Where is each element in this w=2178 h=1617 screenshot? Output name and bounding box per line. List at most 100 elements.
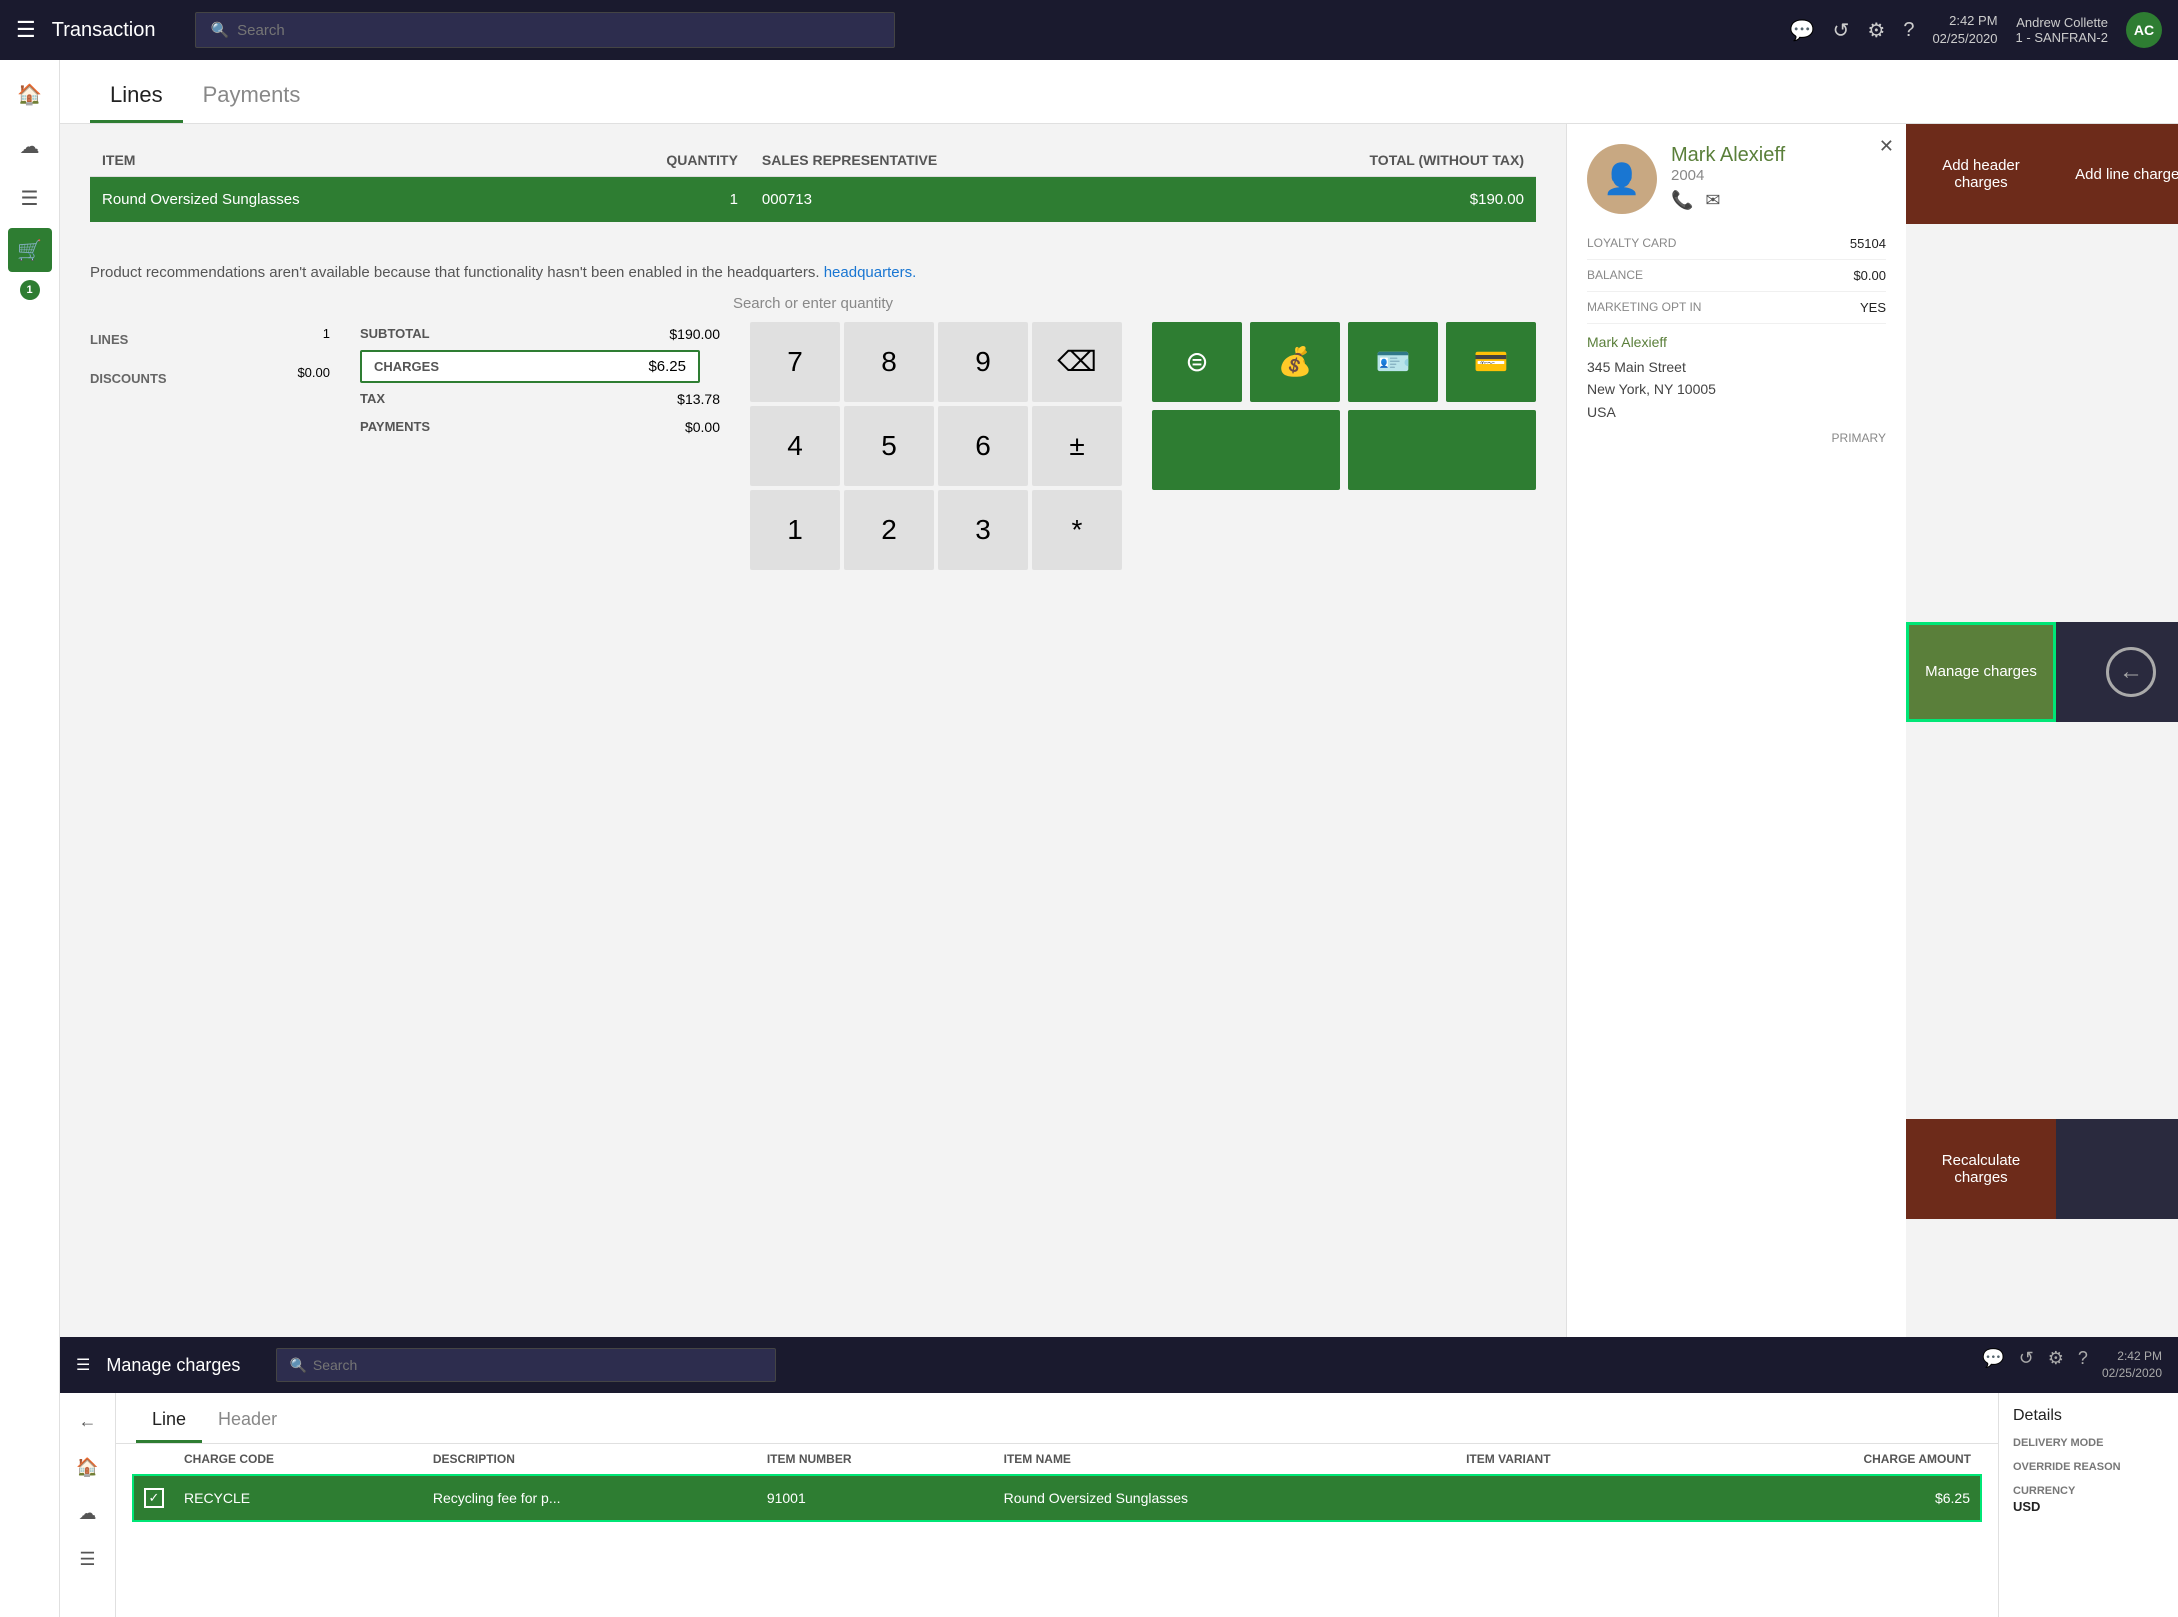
mc-tabs: Line Header <box>116 1393 1998 1444</box>
sidebar-menu-icon[interactable]: ☰ <box>8 176 52 220</box>
hamburger-icon[interactable]: ☰ <box>16 17 36 43</box>
mc-main: Line Header CHARGE CODE DESCRIPTION ITEM… <box>116 1393 1998 1617</box>
mc-table-row[interactable]: ✓ RECYCLE Recycling fee for p... 91001 R… <box>133 1475 1981 1521</box>
numpad-6[interactable]: 6 <box>938 406 1028 486</box>
mc-checkbox[interactable]: ✓ <box>144 1488 164 1508</box>
mc-help-icon[interactable]: ? <box>2078 1348 2088 1382</box>
card-btn[interactable]: 🪪 <box>1348 322 1438 402</box>
action-wide-left[interactable] <box>1152 410 1340 490</box>
mc-search-input[interactable] <box>313 1357 764 1373</box>
mc-search-icon: 🔍 <box>289 1357 306 1374</box>
mc-cell-amount: $6.25 <box>1692 1475 1981 1521</box>
headquarters-link[interactable]: headquarters. <box>824 264 917 281</box>
mc-home-icon[interactable]: 🏠 <box>68 1447 108 1487</box>
numpad-plusminus[interactable]: ± <box>1032 406 1122 486</box>
mc-left-sidebar: ← 🏠 ☁ ☰ <box>60 1393 116 1617</box>
top-nav: ☰ Transaction 🔍 💬 ↺ ⚙ ? 2:42 PM 02/25/20… <box>0 0 2178 60</box>
customer-close-button[interactable]: ✕ <box>1879 136 1894 157</box>
mc-chat-icon[interactable]: 💬 <box>1982 1348 2004 1382</box>
numpad-grid: 7 8 9 ⌫ 4 5 6 ± 1 2 3 * <box>750 322 1122 570</box>
lines-value: 1 <box>323 326 330 353</box>
loyalty-label: LOYALTY CARD <box>1587 236 1676 251</box>
numpad-7[interactable]: 7 <box>750 322 840 402</box>
add-line-charges-tile[interactable]: Add line charges <box>2056 124 2178 224</box>
back-tile[interactable]: ← <box>2056 622 2178 722</box>
balance-row: BALANCE $0.00 <box>1587 260 1886 292</box>
mc-table-area: CHARGE CODE DESCRIPTION ITEM NUMBER ITEM… <box>116 1444 1998 1617</box>
mc-col-item-num: ITEM NUMBER <box>757 1444 994 1475</box>
time-block: 2:42 PM 02/25/2020 <box>1932 12 1997 48</box>
mc-title: Manage charges <box>106 1355 240 1376</box>
col-total: TOTAL (WITHOUT TAX) <box>1165 144 1536 177</box>
settings-icon[interactable]: ⚙ <box>1867 18 1885 43</box>
left-sidebar: 🏠 ☁ ☰ 🛒 1 <box>0 60 60 1617</box>
loyalty-value: 55104 <box>1850 236 1886 251</box>
recalculate-charges-tile[interactable]: Recalculate charges <box>1906 1119 2056 1219</box>
tab-payments[interactable]: Payments <box>183 74 321 123</box>
mc-back-icon[interactable]: ← <box>68 1401 108 1441</box>
tab-lines[interactable]: Lines <box>90 74 183 123</box>
help-icon[interactable]: ? <box>1903 19 1914 42</box>
mc-settings-icon[interactable]: ⚙ <box>2048 1348 2064 1382</box>
cell-rep: 000713 <box>750 177 1165 223</box>
balance-value: $0.00 <box>1853 268 1886 283</box>
sidebar-home-icon[interactable]: 🏠 <box>8 72 52 116</box>
wallet-btn[interactable]: 💳 <box>1446 322 1536 402</box>
action-row-1: ⊜ 💰 🪪 💳 <box>1152 322 1536 402</box>
mc-details-panel: Details DELIVERY MODE OVERRIDE REASON CU… <box>1998 1393 2178 1617</box>
numpad-area: 7 8 9 ⌫ 4 5 6 ± 1 2 3 * <box>750 322 1122 570</box>
date-display: 02/25/2020 <box>1932 30 1997 48</box>
mc-tab-line[interactable]: Line <box>136 1403 202 1443</box>
col-rep: SALES REPRESENTATIVE <box>750 144 1165 177</box>
mc-cell-code: RECYCLE <box>174 1475 423 1521</box>
numpad-1[interactable]: 1 <box>750 490 840 570</box>
chat-icon[interactable]: 💬 <box>1790 18 1815 43</box>
numpad-8[interactable]: 8 <box>844 322 934 402</box>
numpad-2[interactable]: 2 <box>844 490 934 570</box>
mc-hamburger[interactable]: ☰ <box>76 1355 90 1375</box>
customer-header: 👤 Mark Alexieff 2004 📞 ✉ <box>1587 144 1886 214</box>
email-icon[interactable]: ✉ <box>1705 190 1720 211</box>
mc-icons: 💬 ↺ ⚙ ? 2:42 PM 02/25/2020 <box>1982 1348 2162 1382</box>
table-row[interactable]: Round Oversized Sunglasses 1 000713 $190… <box>90 177 1536 223</box>
numpad-5[interactable]: 5 <box>844 406 934 486</box>
search-qty: Search or enter quantity <box>90 285 1536 322</box>
numpad-9[interactable]: 9 <box>938 322 1028 402</box>
mc-cloud-icon[interactable]: ☁ <box>68 1493 108 1533</box>
numpad-3[interactable]: 3 <box>938 490 1028 570</box>
search-input[interactable] <box>237 22 880 39</box>
customer-id: 2004 <box>1671 167 1785 184</box>
numpad-backspace[interactable]: ⌫ <box>1032 322 1122 402</box>
customer-name: Mark Alexieff <box>1671 144 1785 167</box>
mc-currency-label: CURRENCY USD <box>2013 1485 2164 1514</box>
coin-btn[interactable]: 💰 <box>1250 322 1340 402</box>
customer-link[interactable]: Mark Alexieff <box>1587 334 1886 350</box>
sidebar-cloud-icon[interactable]: ☁ <box>8 124 52 168</box>
marketing-row: MARKETING OPT IN YES <box>1587 292 1886 324</box>
numpad-4[interactable]: 4 <box>750 406 840 486</box>
phone-icon[interactable]: 📞 <box>1671 190 1693 211</box>
search-bar[interactable]: 🔍 <box>195 12 895 48</box>
cell-qty: 1 <box>551 177 750 223</box>
manage-charges-tile[interactable]: Manage charges <box>1906 622 2056 722</box>
sidebar-cart-icon[interactable]: 🛒 <box>8 228 52 272</box>
nav-icons: 💬 ↺ ⚙ ? 2:42 PM 02/25/2020 Andrew Collet… <box>1790 12 2162 48</box>
customer-photo: 👤 <box>1587 144 1657 214</box>
cart-badge: 1 <box>20 280 40 300</box>
add-header-charges-tile[interactable]: Add header charges <box>1906 124 2056 224</box>
bottom-summary: LINES 1 DISCOUNTS $0.00 SUBTOTAL $190.00 <box>90 322 1536 570</box>
numpad-star[interactable]: * <box>1032 490 1122 570</box>
mc-refresh-icon[interactable]: ↺ <box>2019 1348 2034 1382</box>
lines-label: LINES <box>90 326 128 353</box>
mc-time: 2:42 PM 02/25/2020 <box>2102 1348 2162 1382</box>
action-wide-right[interactable] <box>1348 410 1536 490</box>
items-table: ITEM QUANTITY SALES REPRESENTATIVE TOTAL… <box>90 144 1536 222</box>
user-avatar[interactable]: AC <box>2126 12 2162 48</box>
equals-btn[interactable]: ⊜ <box>1152 322 1242 402</box>
mc-tab-header[interactable]: Header <box>202 1403 293 1443</box>
refresh-icon[interactable]: ↺ <box>1833 18 1850 43</box>
mc-search-bar[interactable]: 🔍 <box>276 1348 776 1382</box>
cell-total: $190.00 <box>1165 177 1536 223</box>
empty-tile <box>2056 1119 2178 1219</box>
mc-menu-icon[interactable]: ☰ <box>68 1539 108 1579</box>
